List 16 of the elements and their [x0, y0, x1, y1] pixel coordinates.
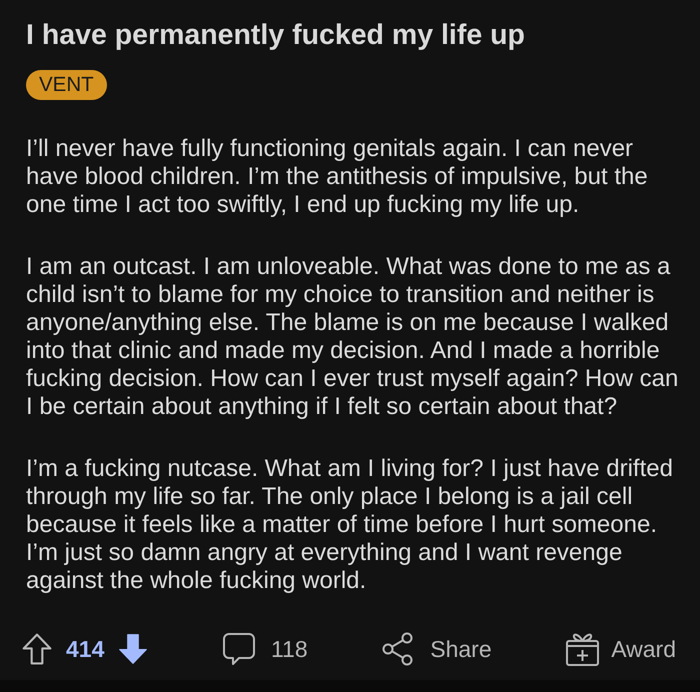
- post-paragraph: I am an outcast. I am unloveable. What was done to me as a child isn’t to blame for my choice to transition and neither is anyone/anything else. The blame is on me because I walked into that clinic and made my decision. And I made a horrible fucking decision. How can I ever trust myself again? How can I be certain about anything if I felt so certain about that?: [26, 253, 680, 421]
- downvote-button[interactable]: [118, 633, 148, 666]
- speech-bubble-icon: [222, 632, 255, 666]
- vote-score: 414: [66, 636, 104, 663]
- share-button[interactable]: Share: [382, 632, 492, 666]
- gift-plus-icon: [566, 632, 600, 666]
- post-title: I have permanently fucked my life up: [26, 18, 526, 53]
- comments-button[interactable]: 118: [222, 632, 308, 666]
- share-icon: [382, 632, 414, 666]
- down-arrow-icon: [118, 633, 148, 666]
- up-arrow-icon: [22, 633, 52, 666]
- post-paragraph: I’m a fucking nutcase. What am I living for? I just have drifted through my life so far. The only place I belong is a jail cell because it feels like a matter of time before I hurt someone. I’m just so damn angry at everything and I want revenge against the whole fucking world.: [26, 455, 674, 595]
- award-button[interactable]: Award: [566, 632, 676, 666]
- post-flair[interactable]: VENT: [26, 70, 107, 100]
- upvote-button[interactable]: [22, 633, 52, 666]
- post-paragraph: I’ll never have fully functioning genitals again. I can never have blood children. I’m the antithesis of impulsive, but the one time I act too swiftly, I end up fucking my life up.: [26, 135, 649, 219]
